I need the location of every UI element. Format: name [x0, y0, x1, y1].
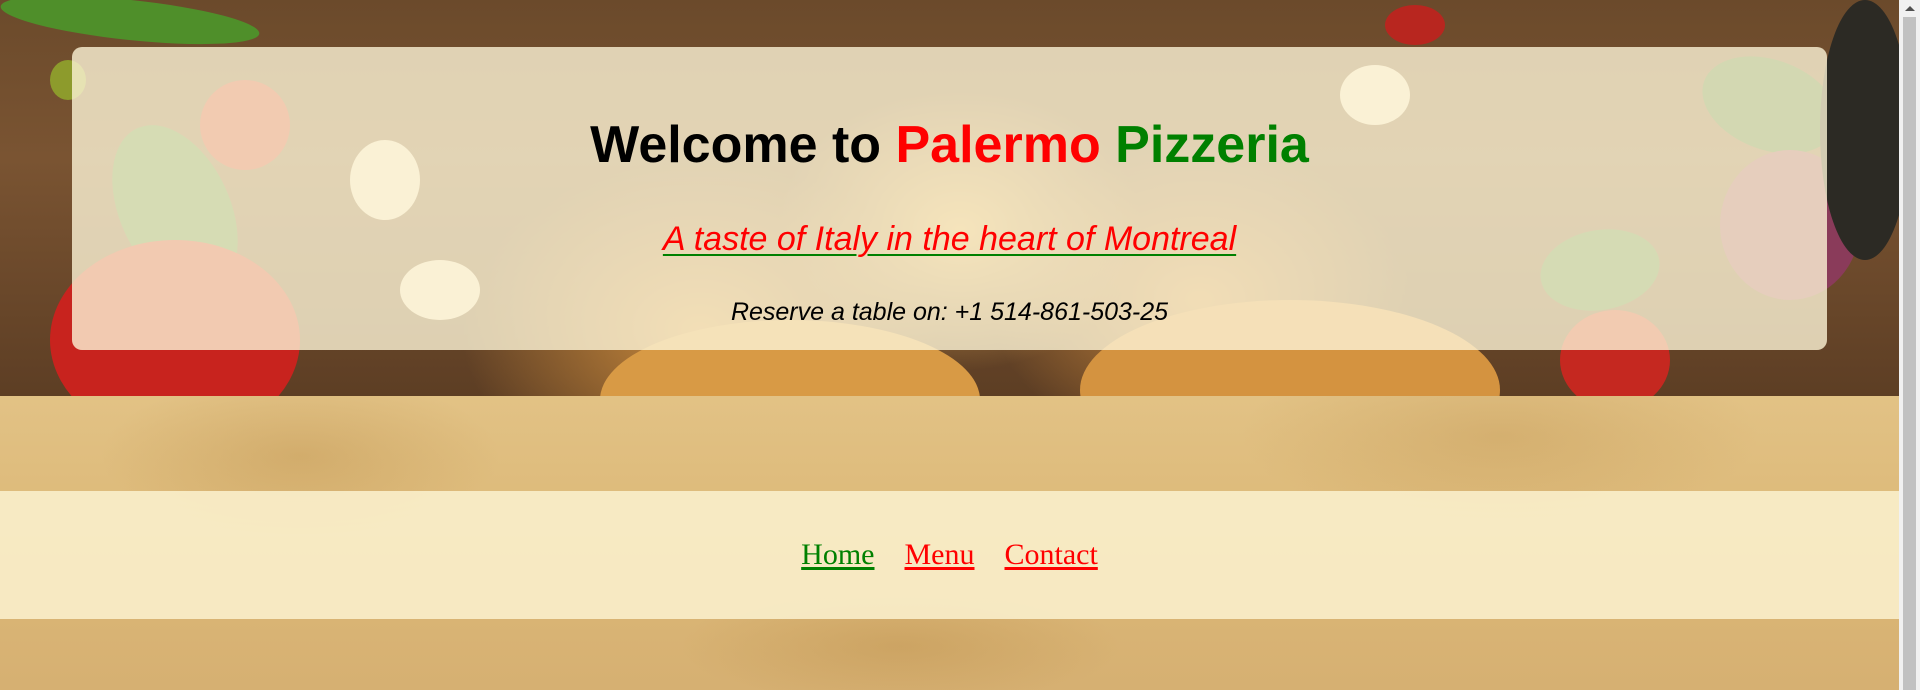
page-title: Welcome to Palermo Pizzeria [72, 113, 1827, 177]
background-pepper-decoration [0, 0, 262, 54]
nav-link-contact[interactable]: Contact [1005, 537, 1098, 573]
nav-band: Home Menu Contact [0, 491, 1899, 619]
triangle-up-icon [1904, 6, 1915, 11]
parchment-section: Home Menu Contact [0, 396, 1899, 690]
nav-link-home[interactable]: Home [801, 537, 874, 573]
background-tomato-decoration [1385, 5, 1445, 45]
title-pizzeria: Pizzeria [1115, 116, 1309, 174]
main-nav: Home Menu Contact [0, 537, 1899, 573]
title-space [1101, 116, 1115, 174]
title-prefix: Welcome to [590, 116, 896, 174]
hero-card: Welcome to Palermo Pizzeria A taste of I… [72, 47, 1827, 350]
scroll-up-button[interactable] [1899, 0, 1920, 17]
reservation-phone: Reserve a table on: +1 514-861-503-25 [730, 298, 1169, 326]
nav-link-menu[interactable]: Menu [905, 537, 975, 573]
page: Welcome to Palermo Pizzeria A taste of I… [0, 0, 1920, 690]
title-palermo: Palermo [895, 116, 1101, 174]
page-content: Welcome to Palermo Pizzeria A taste of I… [0, 0, 1899, 690]
scrollbar-thumb[interactable] [1903, 17, 1916, 690]
vertical-scrollbar[interactable] [1899, 0, 1920, 690]
tagline: A taste of Italy in the heart of Montrea… [662, 220, 1237, 258]
hero-banner: Welcome to Palermo Pizzeria A taste of I… [0, 0, 1899, 396]
